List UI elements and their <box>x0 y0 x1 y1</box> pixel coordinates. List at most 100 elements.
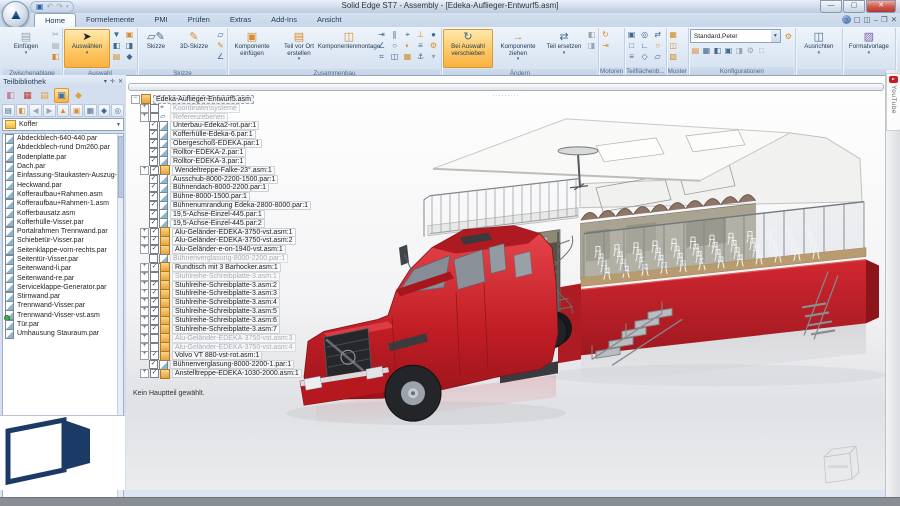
visibility-checkbox[interactable]: ✓ <box>150 316 159 325</box>
expand-icon[interactable]: + <box>140 334 149 343</box>
forward-icon[interactable]: ▶ <box>43 104 56 117</box>
align-button[interactable]: ◫ Ausrichten ▾ <box>797 29 841 68</box>
connect-icon[interactable]: ● <box>428 29 439 40</box>
planar-align-icon[interactable]: ∥ <box>389 29 400 40</box>
library-file-item[interactable]: Serviceklappe-Generator.par <box>3 283 123 292</box>
rigid-icon[interactable]: ▦ <box>402 51 413 62</box>
back-icon[interactable]: ◀ <box>29 104 42 117</box>
expand-icon[interactable]: − <box>131 95 140 104</box>
visibility-checkbox[interactable]: ✓ <box>150 228 159 237</box>
move-on-select-button[interactable]: ↻ Bei Auswahl verschieben <box>443 29 493 68</box>
rotation-motor-icon[interactable]: ↻ <box>600 29 611 40</box>
expand-icon[interactable]: + <box>140 113 149 122</box>
configuration-select[interactable]: Standard,Peter ▼ <box>690 29 781 43</box>
expand-icon[interactable]: + <box>140 263 149 272</box>
tab-pmi[interactable]: PMI <box>144 13 177 27</box>
disperse-icon[interactable]: ◧ <box>586 29 597 40</box>
expand-icon[interactable]: + <box>140 298 149 307</box>
angle-relation-icon[interactable]: ∠ <box>376 40 387 51</box>
library-file-item[interactable]: Stirnwand.par <box>3 292 123 301</box>
copy-icon[interactable]: ▤ <box>50 40 61 51</box>
config-open-icon[interactable]: ▤ <box>690 45 701 56</box>
tangent-icon[interactable]: ○ <box>389 40 400 51</box>
offset-face-icon[interactable]: □ <box>626 40 637 51</box>
visibility-checkbox[interactable]: ✓ <box>150 289 159 298</box>
style-button[interactable]: ▨ Formatvorlage ▾ <box>844 29 894 68</box>
library-file-item[interactable]: Kofferaufbau+Rahmen.asm <box>3 190 123 199</box>
paint-face-icon[interactable]: ▣ <box>626 29 637 40</box>
mate-icon[interactable]: ⇥ <box>376 29 387 40</box>
expand-icon[interactable]: + <box>140 307 149 316</box>
expand-icon[interactable]: + <box>140 281 149 290</box>
sketch-plane-icon[interactable]: ▱ <box>215 29 226 40</box>
pin-icon[interactable]: ✛ <box>110 78 115 85</box>
library-file-item[interactable]: Umhausung Stauraum.par <box>3 329 123 338</box>
apply-configuration-icon[interactable]: ⚙ <box>783 31 794 42</box>
expand-icon[interactable]: + <box>140 228 149 237</box>
visibility-checkbox[interactable]: ✓ <box>149 148 158 157</box>
library-file-item[interactable]: Schiebetür-Visser.par <box>3 236 123 245</box>
standard-parts-icon[interactable]: ▦ <box>20 88 35 103</box>
maximize-button[interactable]: ▢ <box>843 0 865 13</box>
angle-face-icon[interactable]: ∟ <box>639 40 650 51</box>
visibility-checkbox[interactable]: ✓ <box>149 130 158 139</box>
expand-icon[interactable]: + <box>140 316 149 325</box>
visibility-checkbox[interactable]: ✓ <box>150 325 159 334</box>
tab-ansicht[interactable]: Ansicht <box>307 13 352 27</box>
visibility-checkbox[interactable]: ✓ <box>149 157 158 166</box>
config-save-icon[interactable]: ▦ <box>701 45 712 56</box>
visibility-checkbox[interactable]: ✓ <box>149 360 158 369</box>
ground-icon[interactable]: ⚓ <box>415 51 426 62</box>
symmetric-face-icon[interactable]: ◇ <box>639 51 650 62</box>
tab-formelemente[interactable]: Formelemente <box>76 13 144 27</box>
pathfinder-item[interactable]: +✓Anstelltreppe-EDEKA-1030-2000.asm:1 <box>131 369 341 378</box>
views-icon[interactable]: ▦ <box>84 104 97 117</box>
pathfinder-item[interactable]: +⌖Koordinatensysteme <box>131 104 341 113</box>
library-file-item[interactable]: Einfassung-Staukasten-Auszug-vst.asm <box>3 171 123 180</box>
duplicate-icon[interactable]: ▧ <box>668 51 679 62</box>
pathfinder-root-item[interactable]: −Edeka-Auflieger-Entwurf5.asm <box>131 95 341 104</box>
close-button[interactable]: ✕ <box>866 0 896 13</box>
format-painter-icon[interactable]: ◧ <box>50 51 61 62</box>
expand-icon[interactable]: + <box>140 369 149 378</box>
visibility-checkbox[interactable]: ✓ <box>149 219 158 228</box>
tab-addins[interactable]: Add-Ins <box>261 13 307 27</box>
expand-icon[interactable]: + <box>140 343 149 352</box>
library-file-item[interactable]: Kofferbausatz.asm <box>3 208 123 217</box>
panel-close-icon[interactable]: ✕ <box>118 78 123 85</box>
expand-icon[interactable]: + <box>140 289 149 298</box>
coplanar-face-icon[interactable]: ▱ <box>652 51 663 62</box>
wash-face-icon[interactable]: ◎ <box>639 29 650 40</box>
visibility-checkbox[interactable]: ✓ <box>149 201 158 210</box>
tile-windows-icon[interactable]: ▢ <box>854 14 861 25</box>
replace-part-button[interactable]: ⇄ Teil ersetzen ▾ <box>543 29 585 68</box>
visibility-checkbox[interactable]: ✓ <box>150 369 159 378</box>
sketch-edit-icon[interactable]: ✎ <box>215 40 226 51</box>
visibility-checkbox[interactable]: ✓ <box>150 351 159 360</box>
relation-options-icon[interactable]: ▾ <box>428 51 439 62</box>
sketch-button[interactable]: ▱✎ Skizze <box>139 29 173 68</box>
pathfinder-splitter[interactable]: ········· <box>128 83 884 91</box>
visibility-checkbox[interactable]: ✓ <box>149 210 158 219</box>
axial-align-icon[interactable]: ⌖ <box>402 29 413 40</box>
favorites-folder-icon[interactable]: ▤ <box>37 88 52 103</box>
sketch-3d-button[interactable]: ✎ 3D-Skizze <box>174 29 214 68</box>
drag-component-button[interactable]: → Komponente ziehen ▾ <box>494 29 542 68</box>
library-file-item[interactable]: Abdeckblech-rund Dm260.par <box>3 143 123 152</box>
swap-face-icon[interactable]: ⇄ <box>652 29 663 40</box>
expand-icon[interactable]: + <box>140 351 149 360</box>
insert-component-button[interactable]: ▣ Komponente einfügen <box>229 29 275 68</box>
panel-options-icon[interactable]: ▾ <box>104 78 107 85</box>
expand-icon[interactable]: + <box>140 245 149 254</box>
library-file-item[interactable]: Trennwand-Visser.par <box>3 301 123 310</box>
visibility-checkbox[interactable]: ✓ <box>149 192 158 201</box>
paste-button[interactable]: ▤ Einfügen ▾ <box>3 29 49 68</box>
tab-pruefen[interactable]: Prüfen <box>178 13 220 27</box>
cascade-windows-icon[interactable]: ◫ <box>864 14 871 25</box>
cut-icon[interactable]: ✂ <box>50 29 61 40</box>
library-file-item[interactable]: Trennwand-Visser-vst.asm <box>3 311 123 320</box>
tangent-face-icon[interactable]: ○ <box>652 40 663 51</box>
create-in-place-button[interactable]: ▤ Teil vor Ort erstellen ▾ <box>276 29 322 68</box>
linear-motor-icon[interactable]: ⇥ <box>600 40 611 51</box>
up-level-icon[interactable]: ▲ <box>57 104 70 117</box>
